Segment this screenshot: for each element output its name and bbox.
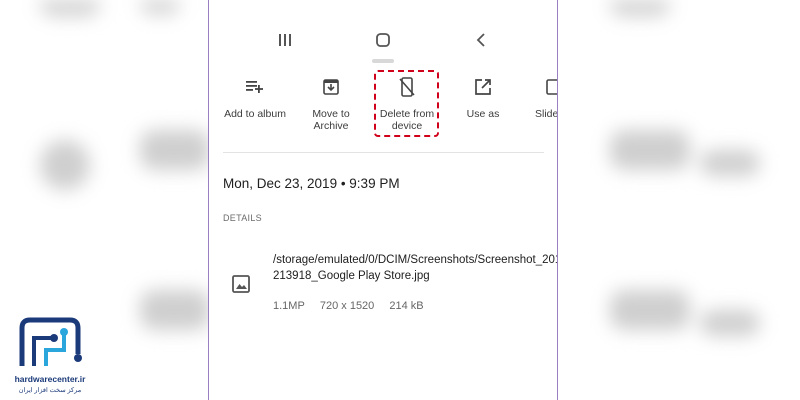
- details-header: DETAILS: [223, 213, 262, 223]
- move-to-archive-text: Move to Archive: [312, 108, 350, 132]
- use-as-button[interactable]: Use as: [443, 74, 523, 120]
- use-as-label: Use as: [466, 108, 500, 120]
- back-icon[interactable]: [469, 28, 493, 52]
- archive-icon: [291, 74, 371, 100]
- playlist-add-icon: [215, 74, 295, 100]
- circuit-logo-icon: [19, 317, 82, 366]
- file-megapixels: 1.1MP: [273, 300, 305, 312]
- slideshow-button[interactable]: Slide: [519, 74, 558, 120]
- recents-icon[interactable]: [273, 28, 297, 52]
- open-in-new-icon: [443, 74, 523, 100]
- brand-subtitle: مرکز سخت افزار ایران: [18, 387, 82, 394]
- file-resolution: 720 x 1520: [319, 300, 375, 312]
- home-icon[interactable]: [371, 28, 395, 52]
- phone-screen: Add to album Move to Archive Delete from…: [208, 0, 558, 400]
- add-to-album-button[interactable]: Add to album: [215, 74, 295, 120]
- slideshow-icon: [535, 74, 557, 100]
- navigation-bar: [209, 28, 557, 52]
- brand-name: hardwarecenter.ir: [14, 374, 86, 384]
- move-to-archive-button[interactable]: Move to Archive: [291, 74, 371, 132]
- sheet-drag-handle[interactable]: [372, 59, 394, 63]
- photo-datetime: Mon, Dec 23, 2019 • 9:39 PM: [223, 176, 400, 191]
- divider: [223, 152, 544, 153]
- move-to-archive-label: Move to Archive: [291, 108, 371, 132]
- file-path: /storage/emulated/0/DCIM/Screenshots/Scr…: [273, 254, 558, 282]
- file-size: 214 kB: [389, 300, 424, 312]
- brand-logo: hardwarecenter.ir مرکز سخت افزار ایران: [8, 312, 92, 396]
- image-icon: [231, 274, 251, 294]
- add-to-album-label: Add to album: [224, 108, 286, 120]
- highlight-box: [374, 70, 439, 137]
- file-meta: 1.1MP 720 x 1520 214 kB: [273, 300, 436, 312]
- slideshow-label: Slide: [535, 108, 558, 120]
